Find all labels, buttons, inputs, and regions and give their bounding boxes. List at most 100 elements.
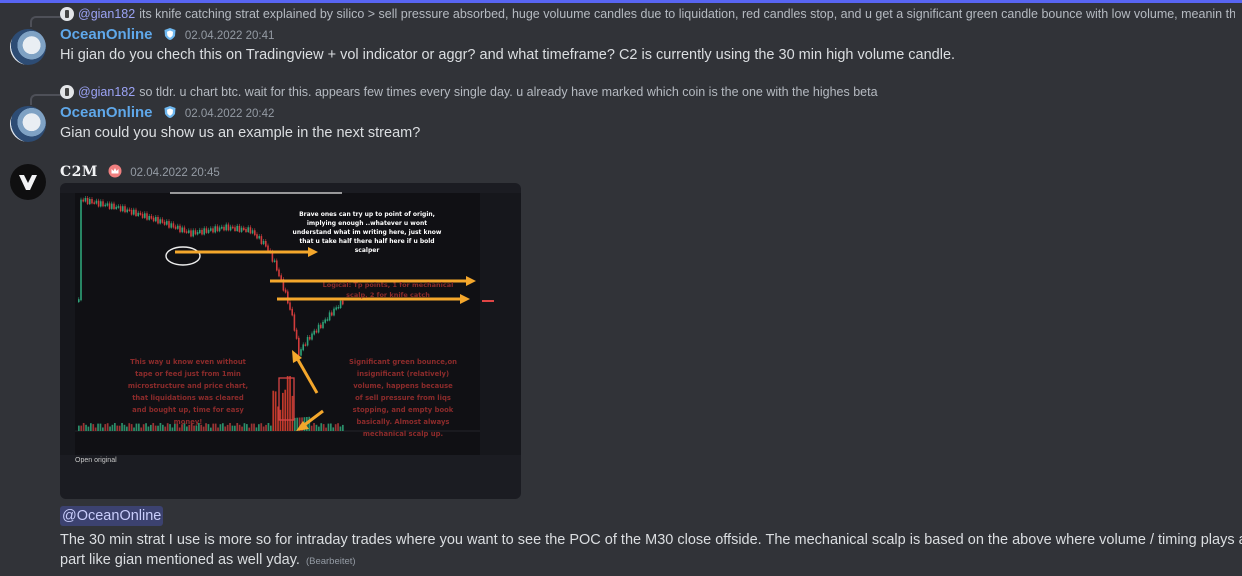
volume-bar	[82, 423, 85, 431]
hypesquad-shield-icon[interactable]	[163, 105, 177, 119]
volume-bar	[157, 425, 159, 431]
volume-bar	[166, 423, 169, 431]
volume-bar	[236, 423, 239, 431]
volume-bar	[164, 426, 167, 431]
volume-bar	[210, 427, 212, 431]
svg-text:that u take half there half he: that u take half there half here if u bo…	[299, 238, 434, 245]
timestamp[interactable]: 02.04.2022 20:42	[185, 108, 275, 120]
message-text: Hi gian do you chech this on Tradingview…	[60, 47, 956, 63]
hypesquad-shield-icon[interactable]	[163, 27, 177, 41]
volume-bar	[217, 427, 219, 431]
volume-bar	[133, 427, 135, 431]
volume-bar	[226, 424, 229, 431]
open-original-link[interactable]: Open original	[75, 457, 117, 464]
message-text-line2: part like gian mentioned as well yday.	[60, 552, 300, 568]
chart-screenshot: Brave ones can try up to point of origin…	[60, 192, 521, 455]
volume-bar	[219, 424, 222, 431]
timestamp[interactable]: 02.04.2022 20:41	[185, 30, 275, 42]
volume-bar	[272, 390, 275, 431]
svg-text:basically. Almost always: basically. Almost always	[357, 418, 450, 426]
volume-bar	[150, 424, 152, 431]
volume-bar	[126, 426, 128, 431]
svg-text:Logical: Tp points, 1 for mech: Logical: Tp points, 1 for mechanical	[323, 281, 454, 289]
price-axis-strip	[480, 193, 521, 455]
volume-bar	[123, 424, 126, 431]
crown-icon[interactable]	[108, 164, 122, 178]
volume-bar	[342, 424, 344, 431]
volume-bar	[274, 391, 277, 431]
volume-bar	[138, 423, 140, 431]
volume-bar	[147, 426, 150, 431]
svg-text:mechanical scalp up.: mechanical scalp up.	[363, 430, 443, 438]
avatar[interactable]	[10, 106, 46, 142]
volume-bar	[337, 423, 339, 431]
message-text: The 30 min strat I use is more so for in…	[60, 532, 1242, 548]
top-accent-bar	[0, 0, 1242, 3]
volume-bar	[111, 424, 114, 431]
volume-bar	[238, 424, 241, 431]
svg-text:Brave ones can try up to point: Brave ones can try up to point of origin…	[299, 211, 435, 218]
left-strip	[60, 193, 75, 455]
volume-bar	[118, 425, 121, 431]
volume-bar	[267, 423, 270, 431]
message-header: OceanOnline 02.04.2022 20:41	[60, 25, 274, 45]
volume-bar	[87, 426, 90, 431]
volume-bar	[212, 423, 215, 431]
svg-text:scalp, 2 for knife catch: scalp, 2 for knife catch	[346, 291, 430, 299]
volume-bar	[99, 423, 102, 431]
volume-bar	[260, 423, 263, 431]
avatar[interactable]	[10, 29, 46, 65]
volume-bar	[318, 426, 320, 431]
volume-bar	[330, 423, 332, 431]
volume-bar	[109, 426, 111, 431]
volume-bar	[195, 425, 198, 431]
svg-text:This way u know even without: This way u know even without	[130, 358, 247, 366]
volume-bar	[234, 425, 236, 431]
volume-bar	[116, 425, 119, 431]
reply-preview[interactable]: @gian182 so tldr. u chart btc. wait for t…	[60, 83, 1060, 101]
volume-bar	[224, 426, 227, 431]
volume-bar	[80, 425, 83, 431]
volume-bar	[169, 424, 171, 431]
volume-bar	[145, 423, 147, 431]
volume-bar	[154, 425, 157, 431]
svg-text:Significant green bounce,on: Significant green bounce,on	[349, 358, 457, 366]
avatar[interactable]	[10, 164, 46, 200]
reply-author[interactable]: @gian182	[78, 85, 135, 99]
svg-text:microstructure and price chart: microstructure and price chart,	[128, 382, 248, 390]
reply-author[interactable]: @gian182	[78, 7, 135, 21]
volume-bar	[193, 425, 195, 431]
svg-text:that liquidations was cleared: that liquidations was cleared	[132, 394, 244, 402]
volume-bar	[248, 427, 251, 431]
volume-bar	[205, 423, 207, 431]
volume-bar	[327, 423, 330, 431]
timestamp[interactable]: 02.04.2022 20:45	[130, 167, 220, 179]
svg-text:understand what im writing her: understand what im writing here, just kn…	[293, 229, 442, 236]
volume-bar	[140, 427, 143, 431]
user-mention[interactable]: @OceanOnline	[60, 506, 164, 526]
volume-bar	[128, 423, 131, 431]
volume-bar	[202, 426, 205, 431]
volume-bar	[142, 424, 145, 431]
volume-bar	[250, 423, 253, 431]
c2m-logo-icon	[19, 175, 37, 190]
volume-bar	[313, 423, 315, 431]
username[interactable]: C2M	[60, 164, 98, 180]
volume-bar	[222, 423, 224, 431]
volume-bar	[322, 424, 325, 431]
message-text: Gian could you show us an example in the…	[60, 125, 421, 141]
reply-spine	[30, 16, 62, 27]
volume-bar	[243, 423, 246, 431]
svg-text:implying enough ..whatever u w: implying enough ..whatever u wont	[307, 220, 427, 227]
volume-bar	[253, 423, 255, 431]
volume-bar	[325, 427, 327, 431]
volume-bar	[291, 395, 294, 431]
username[interactable]: OceanOnline	[60, 26, 153, 43]
volume-bar	[106, 423, 109, 431]
volume-bar	[286, 376, 289, 431]
username[interactable]: OceanOnline	[60, 104, 153, 121]
volume-bar	[262, 426, 265, 431]
chart-image-embed[interactable]: Brave ones can try up to point of origin…	[60, 183, 521, 499]
volume-bar	[207, 424, 210, 431]
reply-preview[interactable]: @gian182 its knife catching strat explain…	[60, 5, 1235, 23]
